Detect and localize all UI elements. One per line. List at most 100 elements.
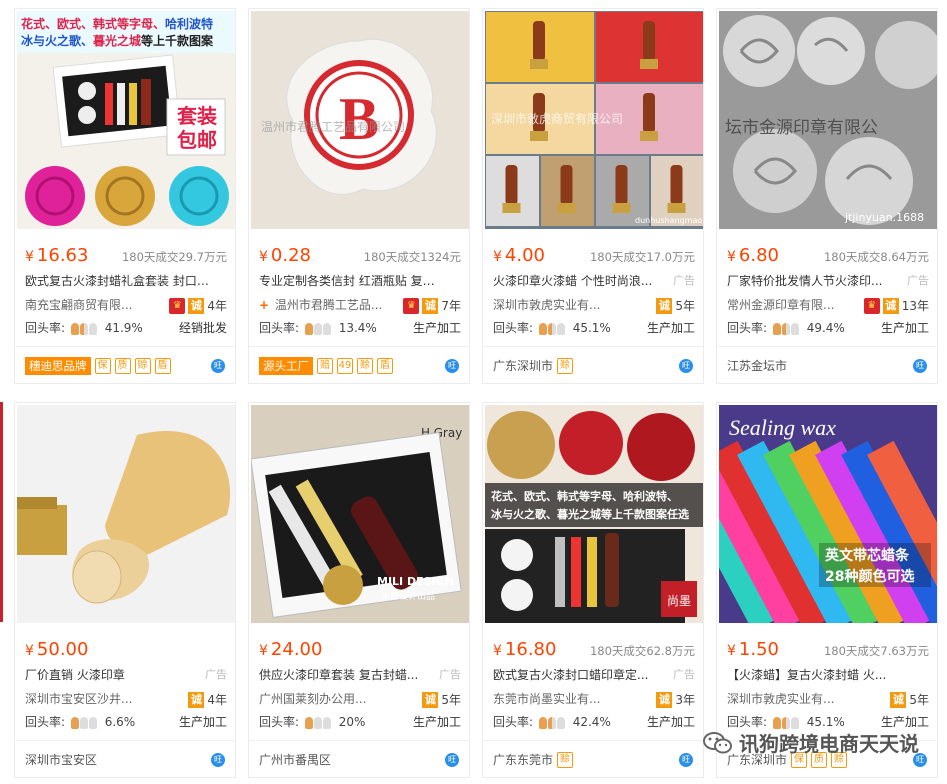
service-badge-icon[interactable]: 盾 xyxy=(377,358,393,374)
crown-icon[interactable]: ♛ xyxy=(169,298,186,314)
service-badge-icon[interactable]: 49 xyxy=(337,358,353,374)
product-image[interactable]: 坛市金源印章有限公 jtjinyuan.1688 xyxy=(719,11,937,229)
price: ¥1.50 xyxy=(727,639,779,662)
product-image[interactable]: B 温州市君腾工艺品有限公司 xyxy=(251,11,469,229)
service-badge-icon[interactable]: 质 xyxy=(114,358,131,374)
product-card[interactable]: 深圳市敦虎商贸有限公司dunhushangmao.1688.com ¥4.00 … xyxy=(482,8,704,384)
product-image-graphic: Sealing wax 英文带芯蜡条 28种颜色可选 xyxy=(719,405,937,623)
product-card[interactable]: H.Gray MILI DESIGN 米丽设计出品 ¥24.00 供应火漆印章套… xyxy=(248,402,470,778)
service-badge-icon[interactable]: 赔 xyxy=(317,358,333,374)
product-image[interactable]: Sealing wax 英文带芯蜡条 28种颜色可选 xyxy=(719,405,937,623)
shop-name-link[interactable]: 深圳市宝安区沙井... xyxy=(25,690,132,708)
chat-icon[interactable]: 旺 xyxy=(445,753,459,767)
chat-icon[interactable]: 旺 xyxy=(913,359,927,373)
business-type: 生产加工 xyxy=(646,321,695,335)
repurchase-rating xyxy=(304,322,331,335)
product-title-link[interactable]: 厂家特价批发情人节火漆印... xyxy=(727,272,882,290)
product-image[interactable]: 深圳市敦虎商贸有限公司 dunhushangmao.1688.com xyxy=(485,11,703,229)
svg-text:28种颜色可选: 28种颜色可选 xyxy=(825,568,914,585)
product-image[interactable] xyxy=(17,405,235,623)
crown-icon[interactable]: ♛ xyxy=(403,298,420,314)
repurchase-person-icon xyxy=(313,322,322,335)
chat-icon[interactable]: 旺 xyxy=(445,359,459,373)
location: 广州市番禺区 xyxy=(259,753,332,767)
membership-years: 7年 xyxy=(441,299,461,313)
service-badge-icon[interactable]: 赊 xyxy=(357,358,373,374)
product-title-link[interactable]: 厂价直销 火漆印章 xyxy=(25,666,125,684)
shop-name-link[interactable]: 温州市君腾工艺品... xyxy=(275,296,382,314)
chat-icon[interactable]: 旺 xyxy=(679,753,693,767)
product-title-link[interactable]: 火漆印章火漆蜡 个性时尚浪... xyxy=(493,272,652,290)
repurchase-rate: 20% xyxy=(338,715,366,729)
service-badge-icon[interactable]: 赊 xyxy=(134,358,151,374)
repurchase-rating xyxy=(538,716,565,729)
chat-icon[interactable]: 旺 xyxy=(679,359,693,373)
product-card[interactable]: ¥50.00 厂价直销 火漆印章 广告 深圳市宝安区沙井... 诚 4年 回头率… xyxy=(14,402,236,778)
product-image[interactable]: 花式、欧式、韩式等字母、哈利波特、 冰与火之歌、暮光之城等上千款图案任选 尚墨 xyxy=(485,405,703,623)
product-title-link[interactable]: 欧式复古火漆封口蜡印章定... xyxy=(493,666,648,684)
service-badge-icon[interactable]: 保 xyxy=(94,358,111,374)
product-card[interactable]: B 温州市君腾工艺品有限公司 ¥0.28 180天成交1324元 专业定制各类信… xyxy=(248,8,470,384)
service-badge-icon[interactable]: 盾 xyxy=(154,358,171,374)
chengxin-icon[interactable]: 诚 xyxy=(656,692,673,708)
brand-tag[interactable]: 源头工厂 xyxy=(259,357,313,375)
card-footer: 深圳市宝安区 旺 xyxy=(15,740,235,778)
shop-name-link[interactable]: 深圳市敦虎实业有... xyxy=(493,296,600,314)
svg-text:温州市君腾工艺品有限公司: 温州市君腾工艺品有限公司 xyxy=(261,119,405,134)
product-image[interactable]: H.Gray MILI DESIGN 米丽设计出品 xyxy=(251,405,469,623)
shop-name-link[interactable]: 南充宝翩商贸有限... xyxy=(25,296,132,314)
svg-text:花式、欧式、韩式等字母、哈利波特、: 花式、欧式、韩式等字母、哈利波特、 xyxy=(491,489,678,503)
repurchase-person-icon xyxy=(556,322,565,335)
product-title-link[interactable]: 欧式复古火漆封蜡礼盒套装 封口蜡... xyxy=(25,272,211,290)
shop-name-link[interactable]: 东莞市尚墨实业有... xyxy=(493,690,600,708)
product-card[interactable]: Sealing wax 英文带芯蜡条 28种颜色可选 ¥1.50 180天成交7.6… xyxy=(716,402,938,778)
product-title-link[interactable]: 【火漆蜡】复古火漆封蜡 火... xyxy=(727,666,886,684)
product-card[interactable]: 坛市金源印章有限公 jtjinyuan.1688 ¥6.80 180天成交8.6… xyxy=(716,8,938,384)
repurchase-person-icon xyxy=(70,716,79,729)
product-title-link[interactable]: 供应火漆印章套装 复古封蜡... xyxy=(259,666,418,684)
chengxin-icon[interactable]: 诚 xyxy=(890,692,907,708)
svg-text:MILI DESIGN: MILI DESIGN xyxy=(377,575,454,588)
repurchase-person-icon xyxy=(547,322,556,335)
service-badge-icon[interactable]: 赊 xyxy=(557,357,574,374)
location: 广东深圳市 xyxy=(493,359,554,373)
product-image-graphic: 花式、欧式、韩式等字母、哈利波特、 冰与火之歌、暮光之城等上千款图案任选 尚墨 xyxy=(485,405,703,623)
shop-name-link[interactable]: 深圳市敦虎实业有... xyxy=(727,690,834,708)
repurchase-rate: 49.4% xyxy=(806,321,845,335)
chengxin-icon[interactable]: 诚 xyxy=(882,298,899,314)
brand-tag[interactable]: 穗迪思品牌 xyxy=(25,357,91,375)
product-card[interactable]: 花式、欧式、韩式等字母、哈利波特、 冰与火之歌、暮光之城等上千款图案任选 尚墨 … xyxy=(482,402,704,778)
chengxin-icon[interactable]: 诚 xyxy=(422,692,439,708)
product-card[interactable]: 花式、欧式、韩式等字母、哈利波特 冰与火之歌、暮光之城等上千款图案 套装 包邮 … xyxy=(14,8,236,384)
chengxin-icon[interactable]: 诚 xyxy=(656,298,673,314)
product-title-link[interactable]: 专业定制各类信封 红酒瓶贴 复古火... xyxy=(259,272,445,290)
currency-symbol: ¥ xyxy=(727,249,736,265)
service-badge-icon[interactable]: 赊 xyxy=(557,751,574,768)
product-image-graphic: H.Gray MILI DESIGN 米丽设计出品 xyxy=(251,405,469,623)
repurchase-rate: 13.4% xyxy=(338,321,377,335)
chengxin-icon[interactable]: 诚 xyxy=(188,692,205,708)
crown-icon[interactable]: ♛ xyxy=(863,298,880,314)
product-image[interactable]: 花式、欧式、韩式等字母、哈利波特 冰与火之歌、暮光之城等上千款图案 套装 包邮 xyxy=(17,11,235,229)
product-image-graphic: 深圳市敦虎商贸有限公司 dunhushangmao.1688.com xyxy=(485,11,703,229)
repurchase-person-icon xyxy=(70,322,79,335)
watermark-text: 讯狗跨境电商天天说 xyxy=(739,732,919,756)
shop-name-link[interactable]: 广州国莱刻办公用... xyxy=(259,690,366,708)
currency-symbol: ¥ xyxy=(25,249,34,265)
location: 广东东莞市 xyxy=(493,753,554,767)
membership-years: 4年 xyxy=(207,693,227,707)
chengxin-icon[interactable]: 诚 xyxy=(188,298,205,314)
repurchase-rating xyxy=(304,716,331,729)
price-value: 50.00 xyxy=(36,639,89,660)
currency-symbol: ¥ xyxy=(727,643,736,659)
price: ¥50.00 xyxy=(25,639,88,662)
chat-icon[interactable]: 旺 xyxy=(211,753,225,767)
svg-text:英文带芯蜡条: 英文带芯蜡条 xyxy=(824,547,910,564)
membership-years: 5年 xyxy=(441,693,461,707)
business-type: 生产加工 xyxy=(412,321,461,335)
repurchase-rating xyxy=(70,322,97,335)
shop-name-link[interactable]: 常州金源印章有限... xyxy=(727,296,834,314)
chengxin-icon[interactable]: 诚 xyxy=(422,298,439,314)
chat-icon[interactable]: 旺 xyxy=(211,359,225,373)
svg-text:深圳市敦虎商贸有限公司: 深圳市敦虎商贸有限公司 xyxy=(491,111,623,126)
